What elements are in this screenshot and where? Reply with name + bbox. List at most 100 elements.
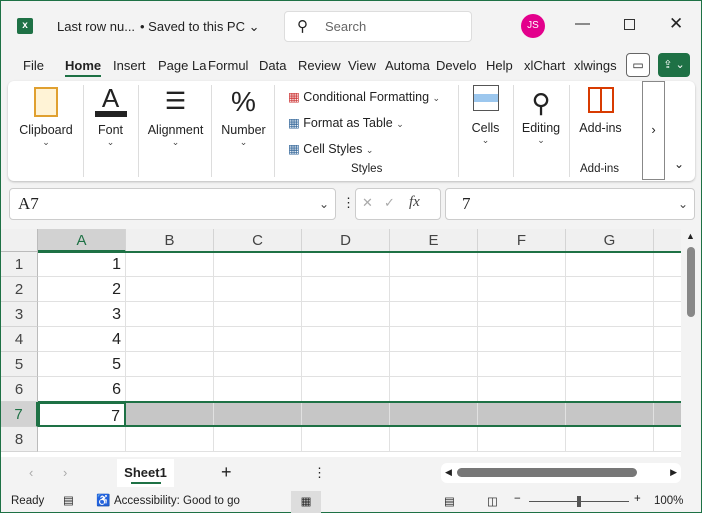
cell-A6[interactable]: 6: [38, 377, 126, 402]
macro-recording-icon[interactable]: ▤: [63, 493, 74, 507]
avatar[interactable]: JS: [521, 14, 545, 38]
cell[interactable]: [566, 427, 654, 452]
cell[interactable]: [214, 277, 302, 302]
cell[interactable]: [390, 252, 478, 277]
cell[interactable]: [390, 302, 478, 327]
column-header-B[interactable]: B: [126, 229, 214, 252]
active-cell[interactable]: 7: [38, 402, 126, 427]
cell[interactable]: [390, 277, 478, 302]
cell[interactable]: [390, 352, 478, 377]
cell[interactable]: [302, 377, 390, 402]
normal-view-button[interactable]: ▦: [291, 491, 321, 513]
conditional-formatting-button[interactable]: ▦ Conditional Formatting ⌄: [288, 89, 440, 104]
maximize-icon[interactable]: [624, 19, 635, 30]
tab-review[interactable]: Review: [298, 58, 341, 73]
cell[interactable]: [214, 252, 302, 277]
column-header-D[interactable]: D: [302, 229, 390, 252]
row-header-7[interactable]: 7: [1, 402, 38, 427]
zoom-slider[interactable]: [529, 496, 629, 507]
cell[interactable]: [126, 327, 214, 352]
row-header-4[interactable]: 4: [1, 327, 38, 352]
vertical-scrollbar[interactable]: ▲: [681, 229, 701, 457]
cell[interactable]: [566, 352, 654, 377]
cell[interactable]: [302, 277, 390, 302]
tab-developer[interactable]: Develo: [436, 58, 476, 73]
tab-page-layout[interactable]: Page La: [158, 58, 206, 73]
cell[interactable]: [126, 377, 214, 402]
prev-sheet-icon[interactable]: ‹: [29, 465, 33, 480]
editing-group[interactable]: ⚲ Editing ⌄: [516, 85, 566, 146]
number-group[interactable]: % Number ⌄: [216, 85, 271, 148]
format-as-table-button[interactable]: ▦ Format as Table ⌄: [288, 115, 404, 130]
more-icon[interactable]: ⋮: [342, 195, 355, 211]
cell[interactable]: [214, 302, 302, 327]
comments-button[interactable]: ▭: [626, 53, 650, 77]
cell[interactable]: [478, 352, 566, 377]
column-header-A[interactable]: A: [38, 229, 126, 252]
cell[interactable]: [478, 277, 566, 302]
alignment-group[interactable]: ☰ Alignment ⌄: [143, 85, 208, 148]
tab-automate[interactable]: Automa: [385, 58, 430, 73]
cell-A2[interactable]: 2: [38, 277, 126, 302]
cell[interactable]: [302, 427, 390, 452]
cell[interactable]: [566, 252, 654, 277]
ribbon-collapse-icon[interactable]: ⌄: [674, 157, 684, 171]
cell[interactable]: [654, 427, 681, 452]
accessibility-icon[interactable]: ♿: [96, 493, 110, 507]
tab-formulas[interactable]: Formul: [208, 58, 248, 73]
search-box[interactable]: ⚲ Search: [284, 11, 472, 42]
add-sheet-button[interactable]: +: [221, 462, 232, 483]
cell[interactable]: [478, 302, 566, 327]
cell[interactable]: [654, 377, 681, 402]
tab-data[interactable]: Data: [259, 58, 286, 73]
cell[interactable]: [390, 377, 478, 402]
expand-formula-icon[interactable]: ⌄: [678, 197, 688, 211]
next-sheet-icon[interactable]: ›: [63, 465, 67, 480]
row-header-6[interactable]: 6: [1, 377, 38, 402]
cell[interactable]: [302, 302, 390, 327]
cell[interactable]: [126, 427, 214, 452]
tab-insert[interactable]: Insert: [113, 58, 146, 73]
name-box[interactable]: A7 ⌄: [9, 188, 336, 220]
cell-A8[interactable]: [38, 427, 126, 452]
cell[interactable]: [214, 377, 302, 402]
tab-help[interactable]: Help: [486, 58, 513, 73]
tab-home[interactable]: Home: [65, 58, 102, 77]
cell[interactable]: [126, 277, 214, 302]
page-break-view-icon[interactable]: ◫: [487, 494, 498, 508]
cell[interactable]: [566, 377, 654, 402]
cell[interactable]: [566, 302, 654, 327]
cell[interactable]: [478, 327, 566, 352]
cell[interactable]: [302, 327, 390, 352]
cell[interactable]: [478, 377, 566, 402]
column-header-C[interactable]: C: [214, 229, 302, 252]
select-all[interactable]: [1, 229, 38, 252]
column-header-partial[interactable]: [654, 229, 681, 252]
row-header-8[interactable]: 8: [1, 427, 38, 452]
cell[interactable]: [390, 327, 478, 352]
row-header-5[interactable]: 5: [1, 352, 38, 377]
cell[interactable]: [390, 427, 478, 452]
row-header-2[interactable]: 2: [1, 277, 38, 302]
worksheet-grid[interactable]: ABCDEFG 112233445566778: [1, 229, 681, 457]
cell[interactable]: [654, 352, 681, 377]
accessibility-status[interactable]: Accessibility: Good to go: [114, 495, 240, 507]
page-layout-view-icon[interactable]: ▤: [444, 494, 455, 508]
cell[interactable]: [126, 352, 214, 377]
formula-input[interactable]: 7 ⌄: [445, 188, 695, 220]
cell-A4[interactable]: 4: [38, 327, 126, 352]
cell-A5[interactable]: 5: [38, 352, 126, 377]
font-group[interactable]: A Font ⌄: [88, 85, 133, 148]
tab-view[interactable]: View: [348, 58, 376, 73]
tab-xlwings[interactable]: xlwings: [574, 58, 617, 73]
zoom-in-icon[interactable]: +: [634, 493, 641, 505]
cell[interactable]: [214, 427, 302, 452]
sheet-tab-sheet1[interactable]: Sheet1: [117, 459, 174, 487]
cell[interactable]: [654, 252, 681, 277]
insert-function-icon[interactable]: fx: [409, 194, 420, 211]
cell[interactable]: [654, 277, 681, 302]
cell[interactable]: [302, 352, 390, 377]
cells-group[interactable]: Cells ⌄: [463, 85, 508, 146]
cell-A3[interactable]: 3: [38, 302, 126, 327]
more-icon[interactable]: ⋮: [313, 465, 326, 481]
